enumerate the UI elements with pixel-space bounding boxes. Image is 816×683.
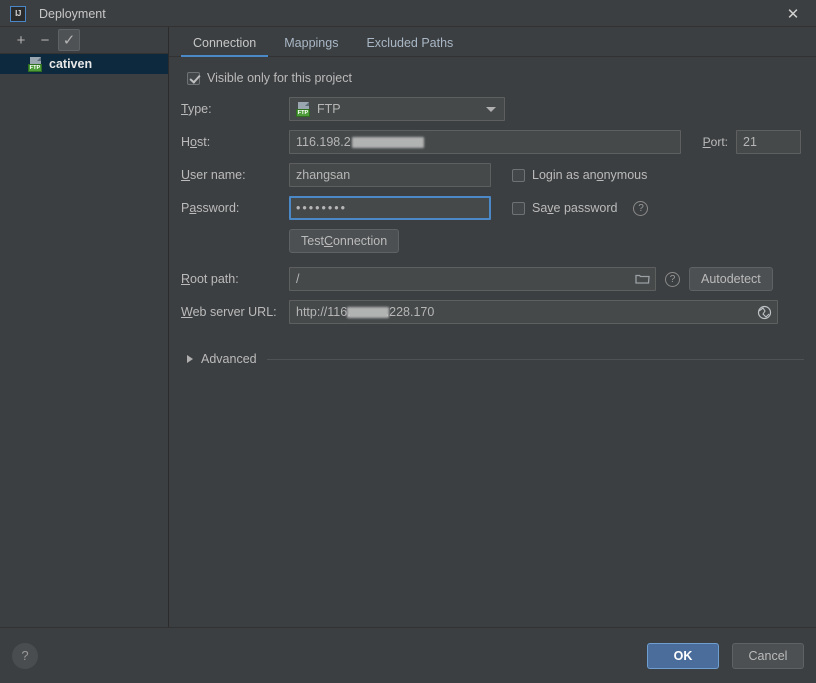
tab-mappings[interactable]: Mappings [270,29,352,57]
web-server-url-redaction [346,306,389,318]
username-input[interactable]: zhangsan [289,163,491,187]
root-path-row: Root path: / ? Autodetect [181,267,804,291]
help-button[interactable]: ? [12,642,38,669]
advanced-section[interactable]: Advanced [181,352,804,366]
host-value: 116.198.2 [296,135,351,149]
host-input[interactable]: 116.198.2 [289,130,681,154]
type-row: Type: FTP FTP [181,97,804,121]
server-list-panel: + − ✓ FTP cativen [0,27,169,627]
tab-excluded-paths[interactable]: Excluded Paths [352,29,467,57]
type-label: Type: [181,102,212,116]
password-input[interactable]: •••••••• [289,196,491,220]
host-label: Host: [181,135,211,149]
server-name-label: cativen [49,57,93,71]
type-selected-value: FTP [317,102,341,116]
save-password-label: Save password [532,201,618,215]
save-password-checkbox[interactable] [512,201,525,215]
ftp-badge-label: FTP [28,63,42,72]
connection-form: Visible only for this project Type: FTP … [169,57,816,627]
username-label: User name: [181,168,246,182]
save-password-help-icon[interactable]: ? [633,200,649,216]
login-anonymous-checkbox[interactable] [512,168,525,182]
dialog-body: + − ✓ FTP cativen Connection Mappings Ex [0,27,816,627]
ftp-type-badge-label: FTP [296,108,310,117]
tab-connection[interactable]: Connection [179,29,270,57]
chevron-right-icon[interactable] [187,355,193,363]
intellij-logo-icon: IJ [10,5,26,22]
ok-button[interactable]: OK [647,642,719,669]
remove-server-button[interactable]: − [34,29,56,51]
username-row: User name: zhangsan Login as anonymous [181,163,804,187]
host-redaction [351,136,424,148]
deployment-dialog: IJ Deployment ✕ + − ✓ FTP cativen Connec… [0,0,816,683]
root-path-label: Root path: [181,272,239,286]
web-server-url-value-post: .228.170 [385,305,435,319]
test-connection-button[interactable]: Test Connection [289,229,400,253]
cancel-button[interactable]: Cancel [732,642,804,669]
type-select[interactable]: FTP FTP [289,97,505,121]
ftp-server-icon: FTP [28,56,43,72]
save-password-group: Save password ? [512,200,649,216]
visible-only-label: Visible only for this project [207,71,352,85]
port-label: Port: [702,135,728,149]
ftp-type-icon: FTP [296,101,311,117]
visible-only-row: Visible only for this project [181,71,804,85]
folder-icon[interactable] [635,272,650,288]
login-anonymous-label: Login as anonymous [532,168,648,182]
web-server-url-value-pre: http://116. [296,305,351,319]
host-row: Host: 116.198.2 Port: 21 [181,130,804,154]
close-icon[interactable]: ✕ [770,0,816,27]
server-tree: FTP cativen [0,54,168,627]
login-anonymous-group: Login as anonymous [512,168,647,182]
web-server-url-row: Web server URL: http://116. .228.170 [181,300,804,324]
globe-icon[interactable] [757,305,772,323]
root-path-value: / [296,272,300,286]
advanced-separator [266,358,804,360]
autodetect-button[interactable]: Autodetect [689,267,773,291]
test-connection-row: Test Connection [181,229,804,253]
title-bar: IJ Deployment ✕ [0,0,816,27]
use-as-default-button[interactable]: ✓ [58,29,80,51]
web-server-url-label: Web server URL: [181,305,277,319]
password-label: Password: [181,201,240,215]
window-title: Deployment [39,6,106,21]
visible-only-checkbox[interactable] [187,71,200,85]
chevron-down-icon [486,107,496,112]
settings-panel: Connection Mappings Excluded Paths Visib… [169,27,816,627]
add-server-button[interactable]: + [10,29,32,51]
dialog-footer: ? OK Cancel [0,627,816,683]
server-tree-item-cativen[interactable]: FTP cativen [0,54,168,74]
server-list-toolbar: + − ✓ [0,27,168,54]
password-row: Password: •••••••• Save password ? [181,196,804,220]
web-server-url-input[interactable]: http://116. .228.170 [289,300,778,324]
advanced-label: Advanced [201,352,257,366]
root-path-help-icon[interactable]: ? [665,271,680,287]
tab-bar: Connection Mappings Excluded Paths [169,27,816,57]
port-input[interactable]: 21 [736,130,801,154]
root-path-input[interactable]: / [289,267,656,291]
